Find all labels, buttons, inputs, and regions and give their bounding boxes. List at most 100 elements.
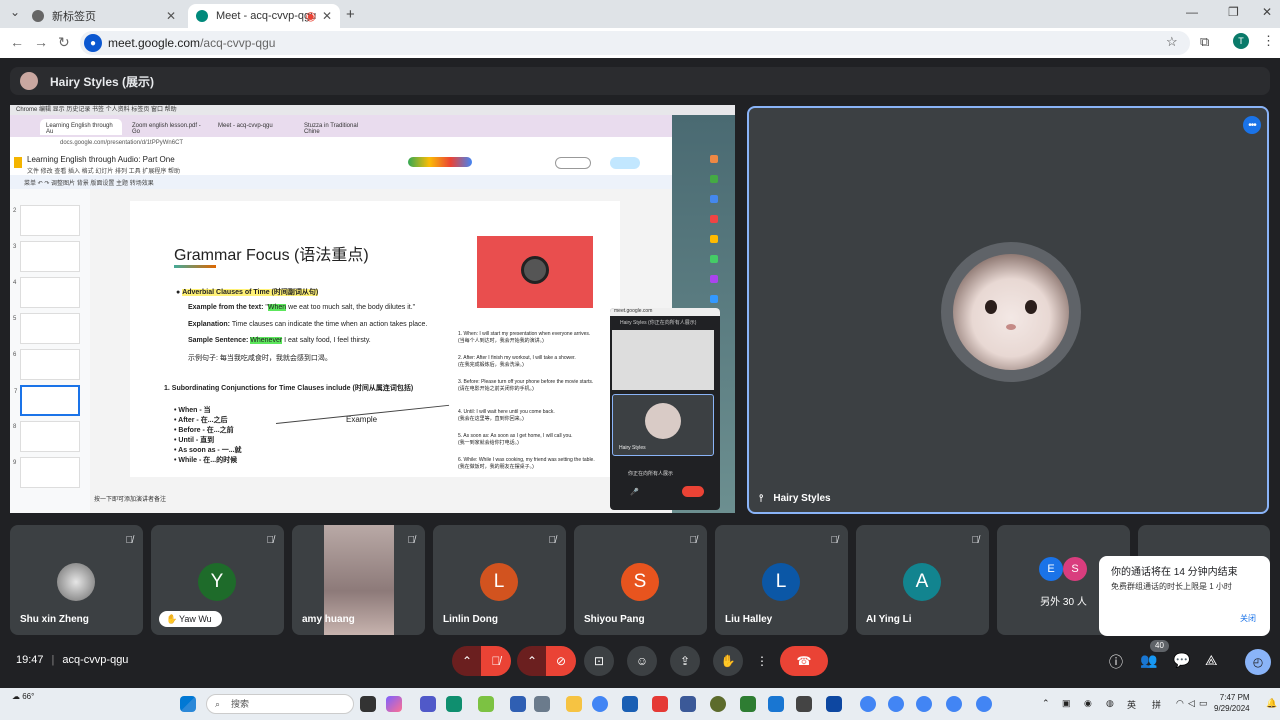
present-button[interactable]: ⇪ bbox=[670, 646, 700, 676]
app-icon[interactable] bbox=[768, 696, 784, 712]
chat-icon[interactable]: 💬 bbox=[1173, 652, 1190, 669]
taskbar-search[interactable]: ⌕ 搜索 bbox=[206, 694, 354, 714]
taskbar-clock[interactable]: 7:47 PM 9/29/2024 bbox=[1214, 692, 1250, 714]
weather-widget[interactable]: ☁ 66° bbox=[12, 692, 34, 701]
people-icon[interactable]: 👥 bbox=[1140, 652, 1157, 669]
emoji-icon: ☺ bbox=[635, 654, 649, 668]
close-window-icon[interactable]: ✕ bbox=[1262, 5, 1272, 19]
participant-tile[interactable]: 🎙̸ L Liu Halley bbox=[715, 525, 848, 635]
ime-indicator[interactable]: 英 bbox=[1127, 698, 1136, 711]
participant-tile[interactable]: 🎙̸ Shu xin Zheng bbox=[10, 525, 143, 635]
captions-button[interactable]: ⊡ bbox=[584, 646, 614, 676]
app-icon[interactable] bbox=[710, 696, 726, 712]
tab-new-tab[interactable]: 新标签页 ✕ bbox=[24, 4, 184, 28]
explanation-text: Time clauses can indicate the time when … bbox=[231, 321, 428, 328]
show-hidden-icons[interactable]: ⌃ bbox=[1042, 698, 1050, 709]
wifi-icon[interactable]: ◠ bbox=[1176, 698, 1184, 709]
conjunction-item: • After - 在...之后 bbox=[174, 417, 228, 424]
conjunction-item: • Until - 直到 bbox=[174, 437, 215, 444]
muted-mic-icon: 🎙̸ bbox=[689, 535, 698, 546]
participant-tile[interactable]: 🎙̸ amy huang bbox=[292, 525, 425, 635]
notification-bell-icon[interactable]: 🔔 bbox=[1266, 698, 1277, 709]
app-icon[interactable] bbox=[680, 696, 696, 712]
chrome-profile-icon[interactable] bbox=[860, 696, 876, 712]
shared-screen[interactable]: Chrome 编辑 显示 历史记录 书签 个人资料 标签页 窗口 帮助 Lear… bbox=[10, 105, 735, 513]
bookmark-star-icon[interactable]: ☆ bbox=[1166, 34, 1178, 50]
camera-toggle-button[interactable]: ⊘ bbox=[546, 646, 576, 676]
weather-temp: 66° bbox=[22, 692, 35, 701]
minimize-icon[interactable]: — bbox=[1186, 5, 1198, 19]
mini-presenting-note: 你正在向所有人展示 bbox=[628, 471, 674, 477]
share-doc-button bbox=[610, 157, 640, 169]
chrome-profile-icon[interactable] bbox=[888, 696, 904, 712]
participant-avatar: A bbox=[903, 563, 941, 601]
heading-underline bbox=[174, 265, 216, 268]
back-icon[interactable]: ← bbox=[10, 34, 24, 50]
presenter-label: Hairy Styles (展示) bbox=[50, 74, 155, 89]
app-icon[interactable] bbox=[478, 696, 494, 712]
close-tab-icon[interactable]: ✕ bbox=[322, 9, 332, 23]
right-item: 5. As soon as: As soon as I get home, I … bbox=[458, 433, 573, 446]
mini-meet-window: meet.google.com Hairy Styles (你正在向所有人展示)… bbox=[610, 308, 720, 510]
activities-icon[interactable]: ⟁ bbox=[1205, 652, 1218, 669]
tray-app-icon[interactable]: ◍ bbox=[1106, 698, 1114, 709]
site-info-icon[interactable]: ● bbox=[84, 34, 102, 52]
forward-icon[interactable]: → bbox=[34, 34, 48, 50]
profile-avatar[interactable]: T bbox=[1233, 33, 1249, 49]
audio-options-button[interactable]: ⌃ bbox=[452, 646, 482, 676]
app-icon[interactable] bbox=[622, 696, 638, 712]
more-options-button[interactable]: ⋮ bbox=[752, 646, 772, 676]
chrome-profile-icon[interactable] bbox=[916, 696, 932, 712]
tray-app-icon[interactable]: ▣ bbox=[1062, 698, 1071, 709]
volume-icon[interactable]: ◁ bbox=[1188, 698, 1195, 709]
video-options-button[interactable]: ⌃ bbox=[517, 646, 547, 676]
tab-meet[interactable]: Meet - acq-cvvp-qgu ◉ ✕ bbox=[188, 4, 340, 28]
toast-close-button[interactable]: 关闭 bbox=[1240, 613, 1256, 624]
mic-toggle-button[interactable]: 🎙̸ bbox=[481, 646, 511, 676]
participant-tile[interactable]: 🎙̸ S Shiyou Pang bbox=[574, 525, 707, 635]
participant-tile[interactable]: 🎙̸ A AI Ying Li bbox=[856, 525, 989, 635]
app-icon[interactable] bbox=[652, 696, 668, 712]
chrome-profile-icon[interactable] bbox=[976, 696, 992, 712]
teams-icon[interactable] bbox=[420, 696, 436, 712]
address-bar[interactable]: ● meet.google.com /acq-cvvp-qgu bbox=[80, 31, 1190, 55]
edge-icon[interactable] bbox=[446, 696, 462, 712]
chrome-profile-icon[interactable] bbox=[946, 696, 962, 712]
file-explorer-icon[interactable] bbox=[566, 696, 582, 712]
new-tab-plus-icon[interactable]: + bbox=[346, 6, 355, 23]
raise-hand-button[interactable]: ✋ bbox=[713, 646, 743, 676]
reactions-button[interactable]: ☺ bbox=[627, 646, 657, 676]
restore-icon[interactable]: ❐ bbox=[1228, 5, 1239, 19]
main-participant-tile[interactable]: ••• ⫯ Hairy Styles bbox=[747, 106, 1269, 514]
participant-photo bbox=[57, 563, 95, 601]
dock-app-icon bbox=[710, 295, 718, 303]
ime-mode[interactable]: 拼 bbox=[1152, 698, 1161, 711]
reload-icon[interactable]: ↻ bbox=[58, 34, 70, 51]
tray-app-icon[interactable]: ◉ bbox=[1084, 698, 1092, 709]
app-icon[interactable] bbox=[740, 696, 756, 712]
close-tab-icon[interactable]: ✕ bbox=[166, 9, 176, 23]
start-button-icon[interactable] bbox=[180, 696, 196, 712]
right-item: 2. After: After I finish my workout, I w… bbox=[458, 355, 576, 368]
browser-menu-icon[interactable]: ⋮ bbox=[1262, 33, 1275, 49]
app-icon[interactable] bbox=[826, 696, 842, 712]
cat-nose bbox=[1006, 324, 1016, 330]
leave-call-button[interactable]: ☎ bbox=[780, 646, 828, 676]
shared-tab: Zoom english lesson.pdf - Go bbox=[132, 123, 201, 135]
raised-hand-pill: ✋ Yaw Wu bbox=[159, 611, 222, 627]
extensions-icon[interactable]: ⧉ bbox=[1200, 34, 1209, 50]
app-icon[interactable] bbox=[796, 696, 812, 712]
example-highlight: When bbox=[267, 304, 287, 311]
participant-tile[interactable]: 🎙̸ L Linlin Dong bbox=[433, 525, 566, 635]
chrome-icon[interactable] bbox=[592, 696, 608, 712]
participant-tile[interactable]: 🎙̸ Y ✋ Yaw Wu bbox=[151, 525, 284, 635]
copilot-icon[interactable] bbox=[386, 696, 402, 712]
battery-icon[interactable]: ▭ bbox=[1199, 698, 1208, 709]
meeting-details-icon[interactable]: ⓘ bbox=[1109, 652, 1123, 672]
settings-icon[interactable] bbox=[534, 696, 550, 712]
app-icon[interactable] bbox=[510, 696, 526, 712]
more-options-icon[interactable]: ••• bbox=[1243, 116, 1261, 134]
tab-search-icon[interactable]: ⌄ bbox=[10, 5, 20, 19]
task-view-icon[interactable] bbox=[360, 696, 376, 712]
host-controls-timer-button[interactable]: ◴ bbox=[1245, 649, 1271, 675]
